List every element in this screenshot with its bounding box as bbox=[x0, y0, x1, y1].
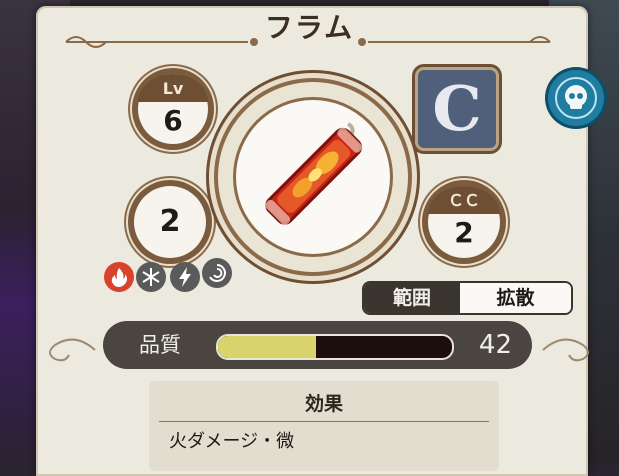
effect-box: 効果 火ダメージ・微 bbox=[149, 381, 499, 471]
title-ornament bbox=[65, 36, 551, 48]
level-value: 6 bbox=[163, 104, 183, 137]
skull-icon bbox=[555, 77, 597, 119]
range-label: 範囲 bbox=[364, 283, 460, 313]
skull-button[interactable] bbox=[548, 70, 604, 126]
quality-track bbox=[216, 334, 454, 360]
cc-badge: ＣＣ 2 bbox=[428, 186, 500, 258]
fire-icon bbox=[104, 262, 134, 292]
category-badge: C bbox=[418, 70, 496, 148]
item-image-frame bbox=[218, 82, 408, 272]
flame-bomb-icon bbox=[265, 122, 363, 225]
quality-value: 42 bbox=[478, 330, 512, 360]
quality-fill bbox=[218, 336, 317, 358]
right-flourish bbox=[542, 338, 589, 362]
ice-icon bbox=[136, 262, 166, 292]
wind-icon bbox=[202, 258, 232, 288]
count-value: 2 bbox=[159, 204, 181, 239]
cc-value: 2 bbox=[454, 216, 474, 249]
left-flourish bbox=[49, 338, 96, 362]
effect-header: 効果 bbox=[304, 393, 343, 415]
range-value: 拡散 bbox=[460, 283, 571, 313]
range-indicator: 範囲 拡散 bbox=[362, 281, 573, 315]
level-badge: Lv 6 bbox=[138, 74, 208, 144]
effect-divider bbox=[159, 421, 489, 422]
lightning-icon bbox=[170, 262, 200, 292]
effect-line: 火ダメージ・微 bbox=[169, 431, 295, 452]
count-badge: 2 bbox=[134, 186, 206, 258]
quality-bar: 品質 42 bbox=[103, 321, 532, 369]
category-letter: C bbox=[432, 72, 482, 145]
quality-label: 品質 bbox=[139, 333, 181, 357]
